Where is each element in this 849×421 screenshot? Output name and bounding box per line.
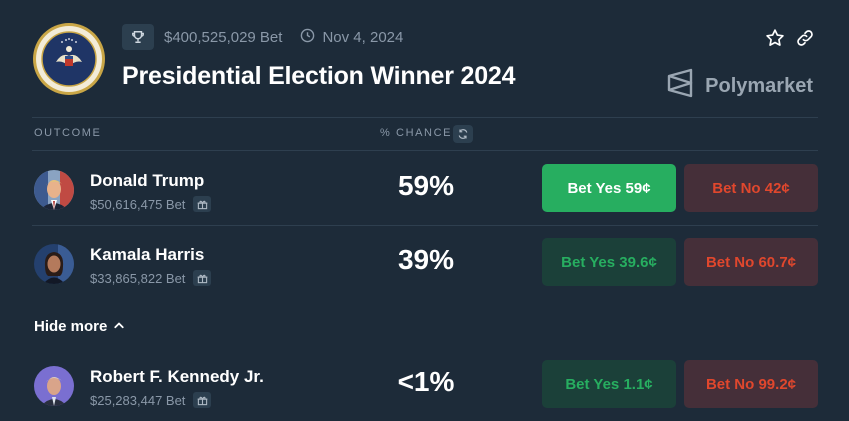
page-title: Presidential Election Winner 2024 xyxy=(122,62,516,90)
brand[interactable]: Polymarket xyxy=(667,68,813,104)
market-meta: $400,525,029 Bet Nov 4, 2024 xyxy=(122,24,403,50)
outcome-row: Robert F. Kennedy Jr. $25,283,447 Bet <1… xyxy=(32,360,818,420)
candidate-volume-text: $50,616,475 Bet xyxy=(90,196,186,212)
hide-more-label: Hide more xyxy=(34,318,108,335)
chance-value: <1% xyxy=(397,366,455,397)
candidate-volume: $25,283,447 Bet xyxy=(90,392,212,408)
total-volume: $400,525,029 Bet xyxy=(164,28,283,46)
outcome-column-header: OUTCOME xyxy=(34,127,102,139)
bet-no-button[interactable]: Bet No 42¢ xyxy=(684,164,818,212)
gift-icon[interactable] xyxy=(193,196,212,212)
chevron-up-icon xyxy=(113,318,125,335)
bet-yes-button[interactable]: Bet Yes 1.1¢ xyxy=(542,360,676,408)
chance-value: 39% xyxy=(397,244,455,275)
gift-icon[interactable] xyxy=(193,270,212,286)
bet-yes-button[interactable]: Bet Yes 39.6¢ xyxy=(542,238,676,286)
bet-no-button[interactable]: Bet No 60.7¢ xyxy=(684,238,818,286)
chance-column-header: % CHANCE xyxy=(380,127,453,139)
candidate-volume: $33,865,822 Bet xyxy=(90,270,212,286)
polymarket-logo-icon xyxy=(667,68,693,104)
outcome-row: Donald Trump $50,616,475 Bet 59% Bet Yes… xyxy=(32,164,818,224)
hide-more-toggle[interactable]: Hide more xyxy=(34,318,125,335)
gift-icon[interactable] xyxy=(193,392,212,408)
candidate-volume-text: $33,865,822 Bet xyxy=(90,270,186,286)
outcome-row: Kamala Harris $33,865,822 Bet 39% Bet Ye… xyxy=(32,238,818,298)
top-actions xyxy=(765,28,815,48)
bet-yes-button[interactable]: Bet Yes 59¢ xyxy=(542,164,676,212)
divider xyxy=(32,150,818,151)
trophy-icon xyxy=(122,24,154,50)
avatar xyxy=(34,170,74,210)
avatar xyxy=(34,366,74,406)
divider xyxy=(32,225,818,226)
bet-no-button[interactable]: Bet No 99.2¢ xyxy=(684,360,818,408)
candidate-name: Robert F. Kennedy Jr. xyxy=(90,367,264,386)
date-text: Nov 4, 2024 xyxy=(322,28,404,46)
link-icon[interactable] xyxy=(795,28,815,48)
market-date: Nov 4, 2024 xyxy=(300,28,403,47)
candidate-volume-text: $25,283,447 Bet xyxy=(90,392,186,408)
candidate-volume: $50,616,475 Bet xyxy=(90,196,212,212)
clock-icon xyxy=(300,28,315,47)
candidate-name: Donald Trump xyxy=(90,171,205,190)
candidate-name: Kamala Harris xyxy=(90,245,205,264)
chance-value: 59% xyxy=(397,170,455,201)
brand-name: Polymarket xyxy=(705,74,813,97)
presidential-seal-icon xyxy=(32,22,106,96)
star-icon[interactable] xyxy=(765,28,785,48)
refresh-icon[interactable] xyxy=(453,125,473,143)
divider xyxy=(32,117,818,118)
avatar xyxy=(34,244,74,284)
